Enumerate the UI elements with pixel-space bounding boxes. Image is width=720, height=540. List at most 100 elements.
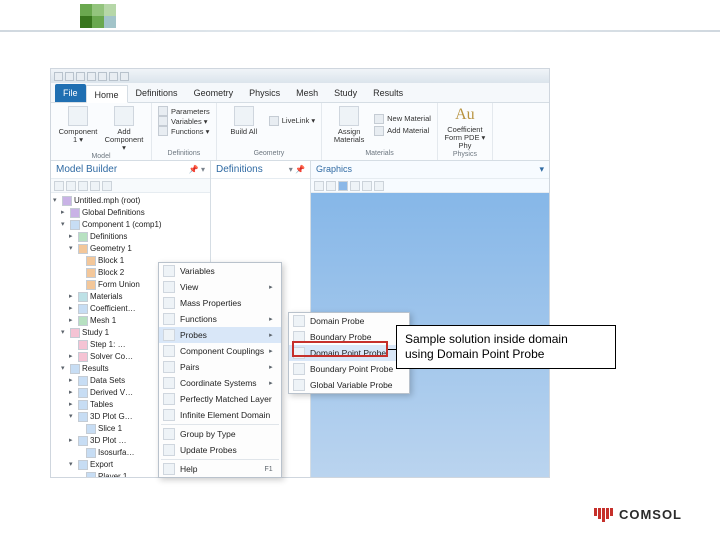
qat-icon[interactable] (98, 72, 107, 81)
graphics-title: Graphics (316, 164, 352, 175)
menu-item-icon (163, 377, 175, 389)
tab-definitions[interactable]: Definitions (128, 84, 186, 102)
mb-tool[interactable] (78, 181, 88, 191)
menu-item[interactable]: Update Probes (159, 442, 281, 458)
functions-button[interactable]: Functions ▾ (158, 126, 210, 136)
quick-access-toolbar (51, 69, 549, 83)
menu-item[interactable]: Group by Type (159, 426, 281, 442)
callout-box: Sample solution inside domain using Doma… (396, 325, 616, 369)
menu-item[interactable]: Infinite Element Domain (159, 407, 281, 423)
mb-tool[interactable] (54, 181, 64, 191)
submenu-item[interactable]: Boundary Point Probe (289, 361, 409, 377)
tree-root[interactable]: ▾Untitled.mph (root) (53, 195, 208, 207)
mb-tool[interactable] (66, 181, 76, 191)
gfx-tool[interactable] (362, 181, 372, 191)
tab-home[interactable]: Home (86, 85, 128, 103)
pin-icon[interactable]: 📌 ▾ (189, 165, 205, 174)
menu-item-icon (293, 379, 305, 391)
physics-button[interactable]: Au Coefficient Form PDE ▾ Phy (444, 106, 486, 150)
new-material-button[interactable]: New Material (374, 114, 431, 124)
livelink-button[interactable]: LiveLink ▾ (269, 116, 315, 126)
menu-item[interactable]: Coordinate Systems▸ (159, 375, 281, 391)
gfx-tool[interactable] (326, 181, 336, 191)
qat-icon[interactable] (120, 72, 129, 81)
logo-bars-icon (594, 508, 613, 522)
definitions-title: Definitions (216, 164, 263, 175)
logo-text: COMSOL (619, 507, 682, 522)
menu-item-icon (163, 444, 175, 456)
qat-icon[interactable] (76, 72, 85, 81)
variables-button[interactable]: Variables ▾ (158, 116, 210, 126)
tab-physics[interactable]: Physics (241, 84, 288, 102)
tree-node[interactable]: ▸Definitions (53, 231, 208, 243)
tab-mesh[interactable]: Mesh (288, 84, 326, 102)
callout-connector (388, 349, 396, 350)
gfx-tool[interactable] (314, 181, 324, 191)
qat-icon[interactable] (109, 72, 118, 81)
qat-icon[interactable] (65, 72, 74, 81)
menu-item[interactable]: Mass Properties (159, 295, 281, 311)
materials-icon (339, 106, 359, 126)
menu-item[interactable]: Functions▸ (159, 311, 281, 327)
menu-item[interactable]: View▸ (159, 279, 281, 295)
mb-tool[interactable] (102, 181, 112, 191)
context-menu[interactable]: VariablesView▸Mass PropertiesFunctions▸P… (158, 262, 282, 478)
component-icon (68, 106, 88, 126)
tab-results[interactable]: Results (365, 84, 411, 102)
ribbon: Component 1 ▾ Add Component ▾ Model Para… (51, 103, 549, 161)
qat-icon[interactable] (54, 72, 63, 81)
add-component-icon (114, 106, 134, 126)
add-component-button[interactable]: Add Component ▾ (103, 106, 145, 152)
menu-item[interactable]: Component Couplings▸ (159, 343, 281, 359)
ribbon-tabstrip: File Home Definitions Geometry Physics M… (51, 83, 549, 103)
menu-item[interactable]: Variables (159, 263, 281, 279)
add-material-button[interactable]: Add Material (374, 126, 431, 136)
menu-item[interactable]: Probes▸ (159, 327, 281, 343)
mb-tool[interactable] (90, 181, 100, 191)
tab-study[interactable]: Study (326, 84, 365, 102)
submenu-item[interactable]: Domain Probe (289, 313, 409, 329)
menu-item-icon (293, 363, 305, 375)
tree-node[interactable]: ▾Component 1 (comp1) (53, 219, 208, 231)
ribbon-group-caption: Definitions (158, 150, 210, 157)
callout-line1: Sample solution inside domain (405, 332, 607, 347)
build-all-button[interactable]: Build All (223, 106, 265, 136)
gfx-tool[interactable] (374, 181, 384, 191)
parameters-button[interactable]: Parameters (158, 106, 210, 116)
file-tab[interactable]: File (55, 84, 86, 102)
au-icon: Au (455, 106, 475, 124)
gfx-tool[interactable] (338, 181, 348, 191)
ribbon-group-caption: Model (57, 153, 145, 160)
menu-item-icon (163, 345, 175, 357)
graphics-toolbar (311, 179, 549, 193)
menu-item-icon (163, 463, 175, 475)
build-icon (234, 106, 254, 126)
tree-node[interactable]: ▸Global Definitions (53, 207, 208, 219)
menu-item-icon (163, 329, 175, 341)
component-button[interactable]: Component 1 ▾ (57, 106, 99, 152)
ribbon-group-caption: Materials (328, 150, 431, 157)
menu-item-icon (163, 313, 175, 325)
ribbon-group-caption: Physics (444, 151, 486, 158)
menu-item[interactable]: Pairs▸ (159, 359, 281, 375)
submenu-item[interactable]: Global Variable Probe (289, 377, 409, 393)
menu-item[interactable]: HelpF1 (159, 461, 281, 477)
slide-header (0, 0, 720, 38)
menu-item[interactable]: Perfectly Matched Layer (159, 391, 281, 407)
model-builder-toolbar (51, 179, 210, 193)
gfx-tool[interactable] (350, 181, 360, 191)
menu-item-icon (163, 428, 175, 440)
comsol-window: File Home Definitions Geometry Physics M… (50, 68, 550, 478)
menu-item-icon (163, 281, 175, 293)
header-art (80, 4, 116, 28)
ribbon-group-caption: Geometry (223, 150, 315, 157)
assign-materials-button[interactable]: Assign Materials (328, 106, 370, 144)
menu-item-icon (163, 265, 175, 277)
menu-item-icon (163, 361, 175, 373)
model-builder-title: Model Builder (56, 164, 117, 175)
pin-icon[interactable]: ▾ 📌 (289, 165, 305, 174)
tab-geometry[interactable]: Geometry (186, 84, 242, 102)
menu-item-icon (293, 315, 305, 327)
tree-node[interactable]: ▾Geometry 1 (53, 243, 208, 255)
qat-icon[interactable] (87, 72, 96, 81)
